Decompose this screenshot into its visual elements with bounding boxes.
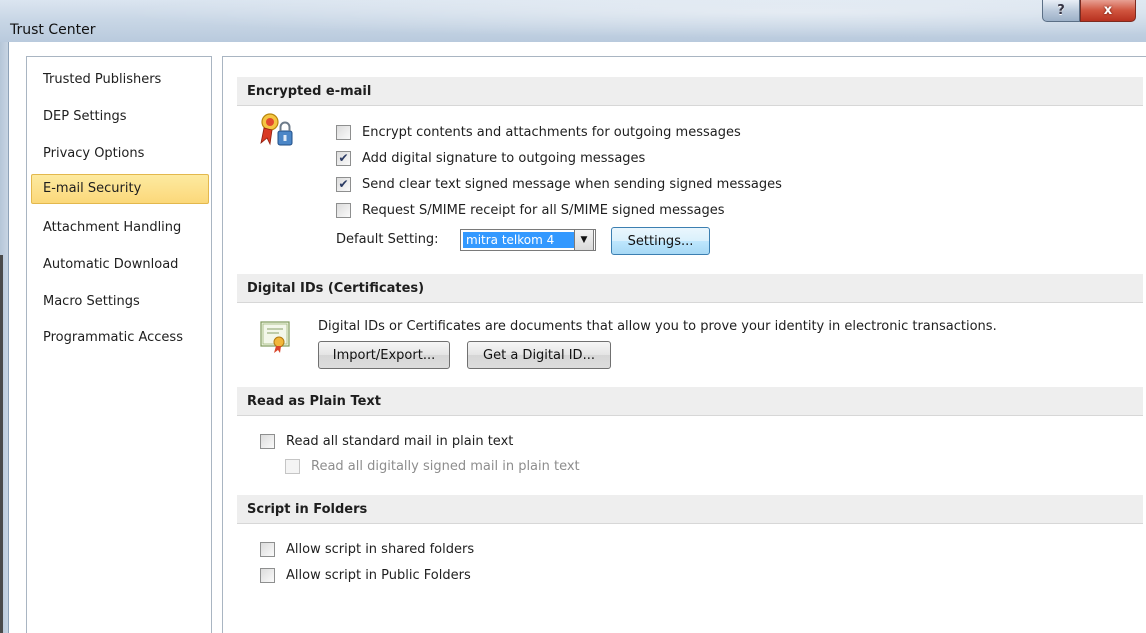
default-setting-value: mitra telkom 4: [463, 232, 577, 248]
help-button[interactable]: ?: [1042, 0, 1080, 22]
option-label: Read all standard mail in plain text: [286, 433, 514, 449]
option-script-public-folders[interactable]: Allow script in Public Folders: [260, 565, 471, 585]
checkbox-request-smime-receipt[interactable]: [336, 202, 351, 218]
section-header-plain-text: Read as Plain Text: [237, 387, 1143, 416]
settings-panel: Encrypted e-mail Encrypt contents and at…: [222, 56, 1146, 633]
certificate-document-icon: [259, 320, 291, 354]
option-send-clear-text[interactable]: ✔ Send clear text signed message when se…: [336, 174, 782, 194]
option-label: Read all digitally signed mail in plain …: [311, 458, 580, 474]
checkbox-read-signed-plain: [285, 458, 300, 474]
sidebar-item-dep-settings[interactable]: DEP Settings: [31, 102, 209, 132]
close-button[interactable]: x: [1080, 0, 1136, 22]
option-label: Send clear text signed message when send…: [362, 176, 782, 192]
sidebar-item-programmatic-access[interactable]: Programmatic Access: [31, 323, 209, 353]
chevron-down-icon[interactable]: ▼: [574, 229, 594, 251]
sidebar-item-email-security[interactable]: E-mail Security: [31, 174, 209, 204]
checkbox-script-public-folders[interactable]: [260, 567, 275, 583]
sidebar-item-label: Programmatic Access: [43, 330, 183, 345]
option-label: Add digital signature to outgoing messag…: [362, 150, 646, 166]
sidebar-item-label: Macro Settings: [43, 294, 140, 309]
sidebar-item-label: Automatic Download: [43, 257, 179, 272]
window-shadow: [0, 255, 3, 633]
option-read-standard-plain[interactable]: Read all standard mail in plain text: [260, 431, 513, 451]
window-title: Trust Center: [10, 22, 96, 38]
sidebar-item-privacy-options[interactable]: Privacy Options: [31, 139, 209, 169]
checkbox-script-shared-folders[interactable]: [260, 541, 275, 557]
checkbox-read-standard-plain[interactable]: [260, 433, 275, 449]
sidebar-item-trusted-publishers[interactable]: Trusted Publishers: [31, 65, 209, 95]
sidebar-item-label: Trusted Publishers: [43, 72, 162, 87]
get-digital-id-button[interactable]: Get a Digital ID...: [467, 341, 611, 369]
option-request-smime-receipt[interactable]: Request S/MIME receipt for all S/MIME si…: [336, 200, 725, 220]
checkbox-encrypt-contents[interactable]: [336, 124, 351, 140]
close-icon: x: [1103, 3, 1113, 18]
option-encrypt-contents[interactable]: Encrypt contents and attachments for out…: [336, 122, 741, 142]
sidebar-item-macro-settings[interactable]: Macro Settings: [31, 287, 209, 317]
sidebar-item-label: DEP Settings: [43, 109, 127, 124]
help-icon: ?: [1057, 3, 1065, 18]
checkbox-add-digital-signature[interactable]: ✔: [336, 150, 351, 166]
option-label: Encrypt contents and attachments for out…: [362, 124, 741, 140]
category-sidebar: Trusted Publishers DEP Settings Privacy …: [26, 56, 212, 633]
sidebar-item-label: E-mail Security: [43, 181, 142, 196]
option-label: Allow script in Public Folders: [286, 567, 471, 583]
get-digital-id-button-label: Get a Digital ID...: [483, 347, 595, 363]
settings-button[interactable]: Settings...: [611, 227, 710, 255]
import-export-button-label: Import/Export...: [332, 347, 436, 363]
default-setting-label: Default Setting:: [336, 232, 439, 247]
settings-button-label: Settings...: [627, 233, 694, 249]
section-header-script-folders: Script in Folders: [237, 495, 1143, 524]
sidebar-item-label: Privacy Options: [43, 146, 145, 161]
import-export-button[interactable]: Import/Export...: [318, 341, 450, 369]
certificate-lock-icon: [259, 111, 295, 149]
section-header-digital-ids: Digital IDs (Certificates): [237, 274, 1143, 303]
sidebar-item-automatic-download[interactable]: Automatic Download: [31, 250, 209, 280]
option-read-signed-plain: Read all digitally signed mail in plain …: [285, 456, 580, 476]
option-label: Request S/MIME receipt for all S/MIME si…: [362, 202, 725, 218]
title-bar-glow: [0, 0, 1146, 42]
sidebar-item-label: Attachment Handling: [43, 220, 182, 235]
section-header-encrypted-email: Encrypted e-mail: [237, 77, 1143, 106]
option-label: Allow script in shared folders: [286, 541, 475, 557]
sidebar-item-attachment-handling[interactable]: Attachment Handling: [31, 213, 209, 243]
title-bar[interactable]: Trust Center ? x: [0, 0, 1146, 42]
digital-ids-description: Digital IDs or Certificates are document…: [318, 319, 997, 334]
checkbox-send-clear-text[interactable]: ✔: [336, 176, 351, 192]
option-script-shared-folders[interactable]: Allow script in shared folders: [260, 539, 474, 559]
option-add-digital-signature[interactable]: ✔ Add digital signature to outgoing mess…: [336, 148, 645, 168]
